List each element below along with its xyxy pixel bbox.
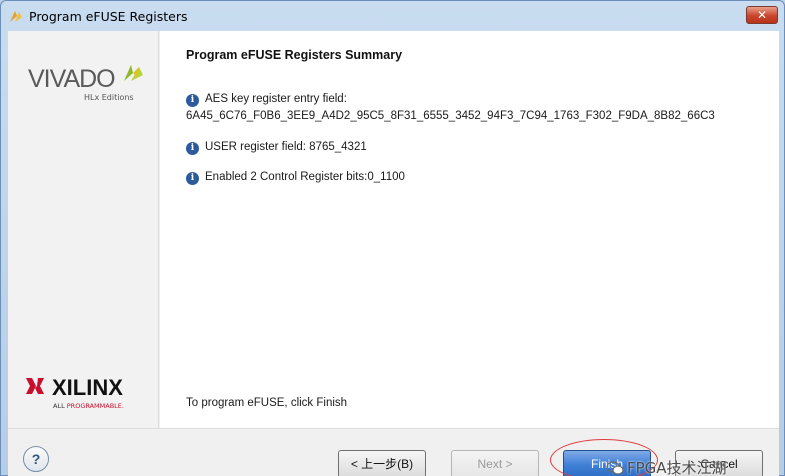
dialog-client: VIVADO HLx Editions XILINX ALL PROGRAMMA… xyxy=(8,31,779,476)
info-icon: i xyxy=(186,94,199,107)
summary-panel: Program eFUSE Registers Summary i AES ke… xyxy=(160,31,779,428)
wechat-icon xyxy=(606,460,624,475)
xilinx-wordmark: XILINX xyxy=(52,375,123,400)
user-info-row: i USER register field: 8765_4321 xyxy=(186,141,367,157)
control-info-row: i Enabled 2 Control Register bits:0_1100 xyxy=(186,171,405,187)
watermark-text: FPGA技术江湖 xyxy=(627,459,727,476)
xilinx-mark-icon xyxy=(26,378,44,394)
aes-label: AES key register entry field: xyxy=(205,93,347,105)
close-button[interactable]: ✕ xyxy=(746,6,778,24)
close-icon: ✕ xyxy=(756,8,768,22)
title-bar[interactable]: Program eFUSE Registers ✕ xyxy=(1,1,784,31)
vivado-edition: HLx Editions xyxy=(84,93,134,102)
aes-key-value: 6A45_6C76_F0B6_3EE9_A4D2_95C5_8F31_6555_… xyxy=(186,110,715,122)
back-button[interactable]: < 上一步(B) xyxy=(338,450,426,476)
vivado-leaf-icon xyxy=(124,65,143,81)
page-title: Program eFUSE Registers Summary xyxy=(186,48,403,62)
aes-info-row: i AES key register entry field: xyxy=(186,93,347,109)
xilinx-tagline: ALL PROGRAMMABLE. xyxy=(53,402,124,410)
button-bar: ? < 上一步(B) Next > Finish Cancel FPGA技术江湖 xyxy=(8,428,779,476)
window-title: Program eFUSE Registers xyxy=(29,9,188,24)
watermark: FPGA技术江湖 xyxy=(606,457,727,476)
xilinx-logo: XILINX ALL PROGRAMMABLE. xyxy=(24,375,144,415)
next-button[interactable]: Next > xyxy=(451,450,539,476)
vivado-wordmark: VIVADO xyxy=(28,65,116,93)
vivado-logo: VIVADO HLx Editions xyxy=(28,61,148,111)
xilinx-tagline-b: PROGRAMMABLE. xyxy=(66,402,124,410)
user-register-text: USER register field: 8765_4321 xyxy=(205,141,367,153)
control-bits-text: Enabled 2 Control Register bits:0_1100 xyxy=(205,171,405,183)
vivado-app-icon xyxy=(10,11,22,22)
help-button[interactable]: ? xyxy=(23,446,49,472)
dialog-window: Program eFUSE Registers ✕ VIVADO HLx Edi… xyxy=(0,0,785,476)
info-icon: i xyxy=(186,172,199,185)
info-icon: i xyxy=(186,142,199,155)
sidebar: VIVADO HLx Editions XILINX ALL PROGRAMMA… xyxy=(8,31,159,428)
instruction-text: To program eFUSE, click Finish xyxy=(186,397,348,409)
xilinx-tagline-a: ALL xyxy=(53,402,67,410)
